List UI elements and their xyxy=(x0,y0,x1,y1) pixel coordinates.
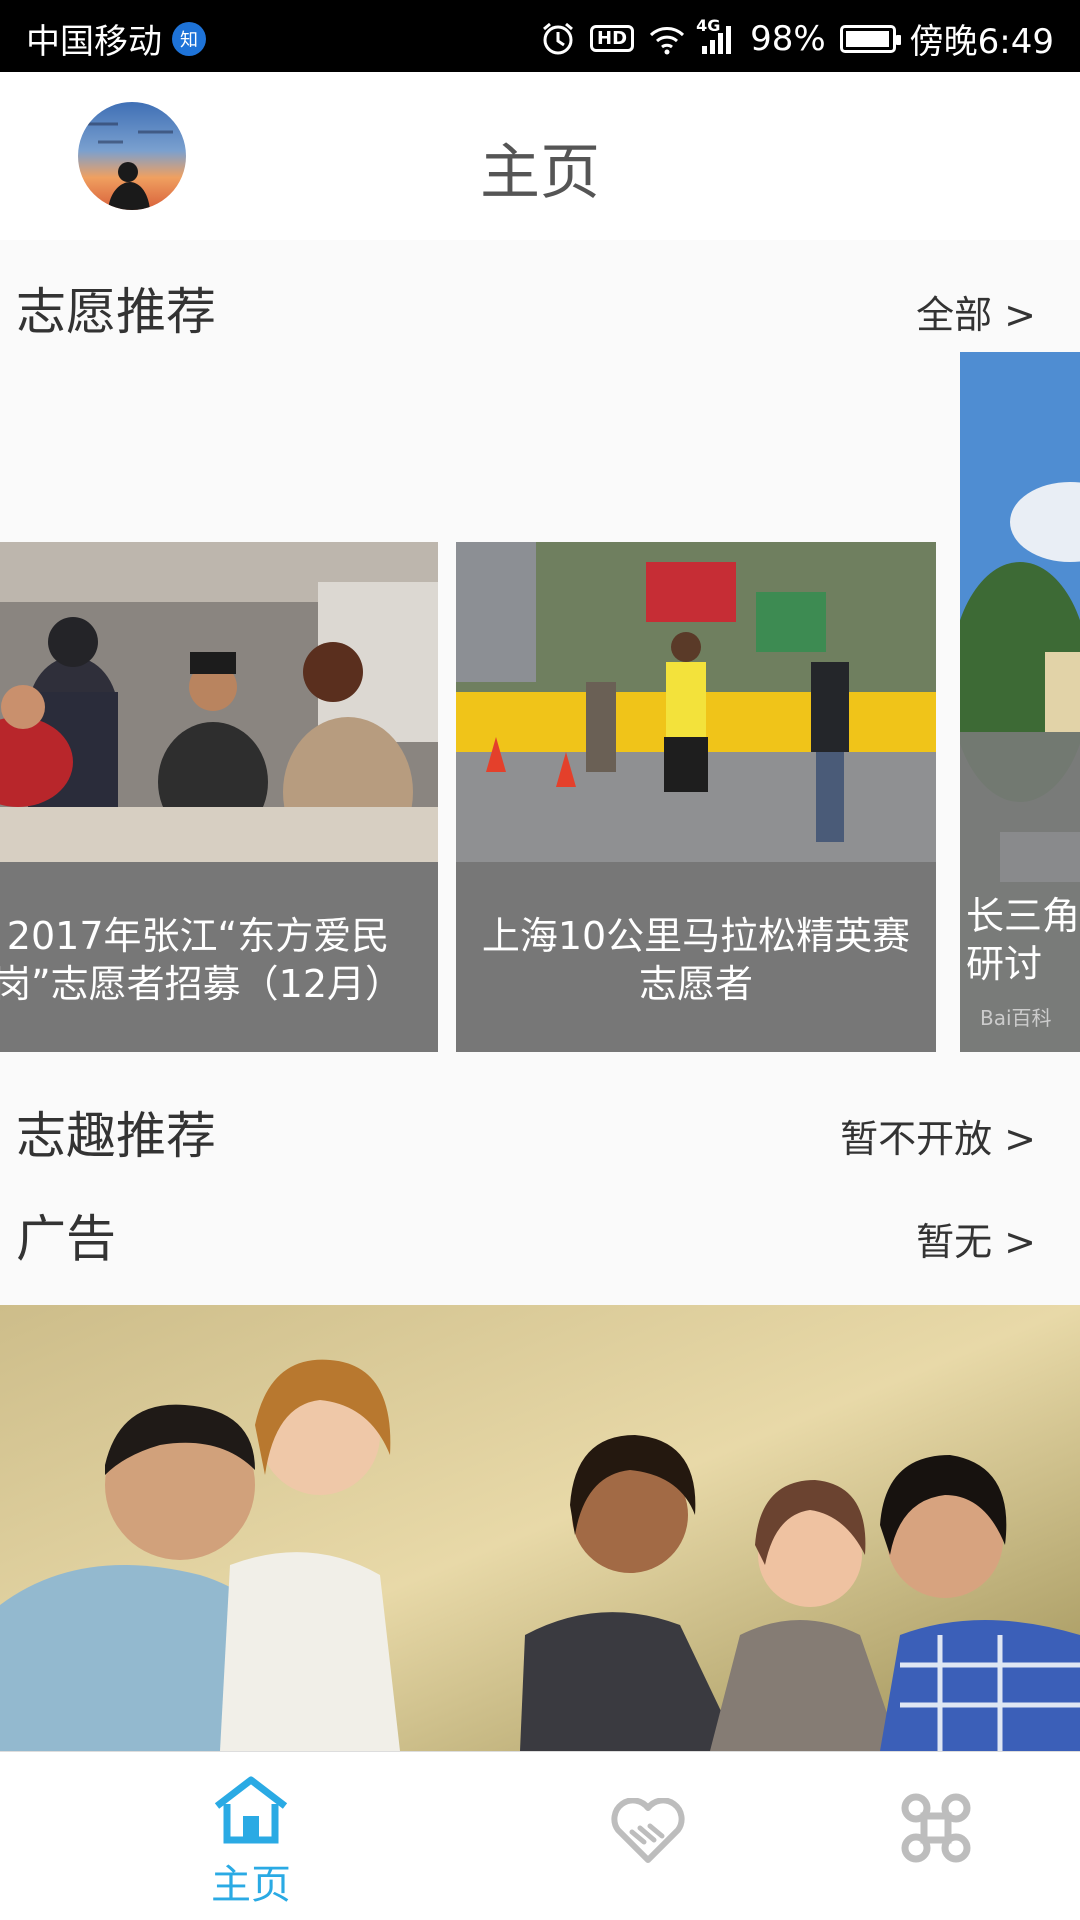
tab-volunteer[interactable] xyxy=(578,1774,718,1904)
ad-banner-image[interactable] xyxy=(0,1305,1080,1751)
battery-fill xyxy=(845,30,889,47)
ads-none-link[interactable]: 暂无 > xyxy=(916,1211,1036,1266)
command-icon xyxy=(898,1790,974,1870)
bottom-tab-bar: 主页 xyxy=(0,1751,1080,1920)
wifi-icon xyxy=(648,23,686,55)
volunteer-card[interactable]: 2017年张江“东方爱民 岗”志愿者招募（12月） xyxy=(0,542,438,1052)
signal-icon: 4G xyxy=(696,16,736,54)
interest-not-open-link[interactable]: 暂不开放 > xyxy=(840,1108,1036,1163)
volunteer-section-header: 志愿推荐 全部 > xyxy=(0,258,1080,348)
home-icon xyxy=(211,1774,291,1850)
ads-section-title: 广告 xyxy=(16,1210,116,1268)
tab-home[interactable]: 主页 xyxy=(181,1774,321,1908)
battery-percent: 98% xyxy=(750,18,826,59)
heart-handshake-icon xyxy=(610,1797,686,1868)
card-caption: 长三角 研讨 xyxy=(966,894,1080,986)
page-title: 主页 xyxy=(480,138,600,208)
carrier-name: 中国移动 xyxy=(26,22,162,62)
battery-icon xyxy=(839,24,901,53)
hd-icon: HD xyxy=(590,25,635,52)
tab-home-label: 主页 xyxy=(211,1862,291,1908)
volunteer-card[interactable]: 长三角 研讨 Bai百科 xyxy=(960,352,1080,1052)
tab-more[interactable] xyxy=(866,1774,1006,1904)
network-label: 4G xyxy=(696,15,721,35)
baidu-watermark: Bai百科 xyxy=(980,1006,1052,1030)
ads-section-header: 广告 暂无 > xyxy=(0,1185,1080,1275)
volunteer-section-title: 志愿推荐 xyxy=(16,283,216,341)
status-bar: 中国移动 知 HD 4G 98% 傍晚6:49 xyxy=(0,0,1080,72)
interest-section-header: 志趣推荐 暂不开放 > xyxy=(0,1082,1080,1172)
clock: 傍晚6:49 xyxy=(909,22,1054,62)
volunteer-card[interactable]: 上海10公里马拉松精英赛 志愿者 xyxy=(456,542,936,1052)
banner-photo xyxy=(0,1305,1080,1751)
card-image xyxy=(0,542,438,862)
volunteer-all-link[interactable]: 全部 > xyxy=(916,284,1036,339)
app-header: 主页 xyxy=(0,72,1080,240)
card-caption: 上海10公里马拉松精英赛 志愿者 xyxy=(481,914,911,1006)
carrier-badge: 知 xyxy=(172,21,206,56)
status-left: 中国移动 知 xyxy=(26,14,206,63)
card-caption: 2017年张江“东方爱民 岗”志愿者招募（12月） xyxy=(0,914,404,1006)
status-right: HD 4G 98% 傍晚6:49 xyxy=(540,14,1054,63)
alarm-icon xyxy=(540,21,576,57)
volunteer-carousel[interactable]: 2017年张江“东方爱民 岗”志愿者招募（12月） 上海10公里马拉松精英赛 志… xyxy=(0,352,1080,1052)
card-image xyxy=(456,542,936,862)
interest-section-title: 志趣推荐 xyxy=(16,1107,216,1165)
